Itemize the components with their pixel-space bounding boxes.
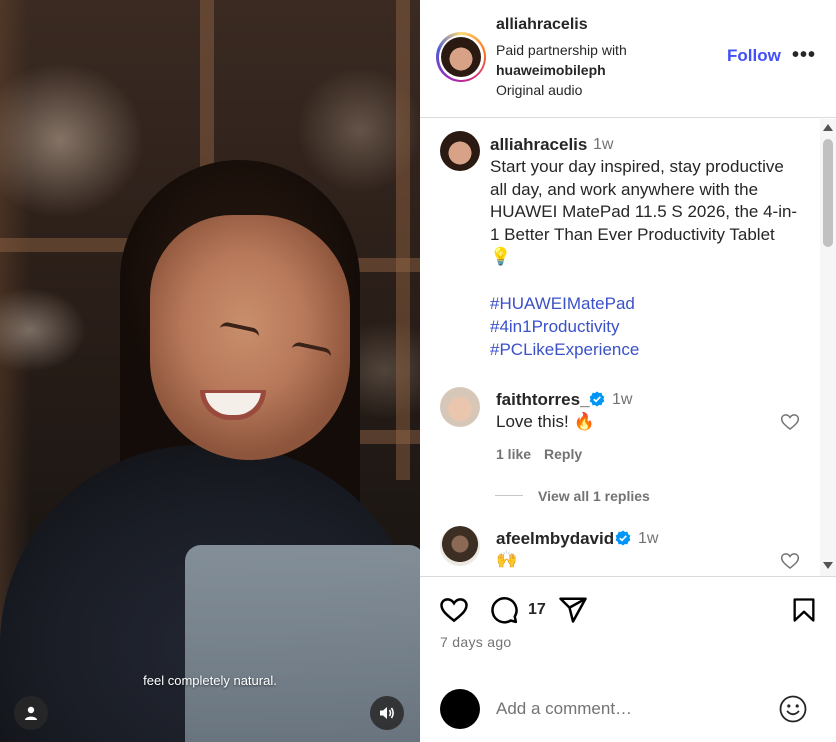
caption-line: 💡: [490, 247, 512, 266]
partnership-label: Paid partnership with: [496, 42, 627, 58]
scrollbar[interactable]: [820, 119, 836, 576]
heart-icon[interactable]: [780, 412, 800, 432]
scroll-thumb[interactable]: [823, 139, 833, 247]
comment-time: 1w: [612, 391, 633, 408]
shelf-post: [396, 0, 410, 480]
video-caption: feel completely natural.: [143, 673, 277, 688]
comment-avatar[interactable]: [440, 387, 480, 427]
caption-username[interactable]: alliahracelis: [490, 135, 587, 155]
verified-icon: [589, 391, 605, 407]
story-ring[interactable]: [436, 32, 486, 82]
audio-link[interactable]: Original audio: [496, 82, 582, 98]
comment-text: 🙌: [496, 550, 518, 569]
volume-button[interactable]: [370, 696, 404, 730]
hashtag-link[interactable]: #PCLikeExperience: [490, 338, 810, 361]
verified-icon: [615, 530, 631, 546]
post-header: alliahracelis Paid partnership with huaw…: [420, 0, 836, 118]
caption-text: Start your day inspired, stay productive…: [490, 156, 810, 361]
author-avatar: [441, 37, 481, 77]
scroll-up-arrow[interactable]: [823, 124, 833, 131]
scroll-down-arrow[interactable]: [823, 562, 833, 569]
comment-time: 1w: [638, 530, 659, 547]
comment-likes[interactable]: 1 like: [496, 446, 531, 462]
current-user-avatar: [440, 689, 480, 729]
comment-composer: [420, 672, 836, 742]
comment-count: 17: [528, 601, 546, 618]
volume-icon: [380, 707, 394, 719]
share-icon[interactable]: [558, 595, 588, 625]
follow-button[interactable]: Follow: [727, 46, 781, 66]
caption-line: HUAWEI MatePad 11.5 S 2026, the 4-in-: [490, 202, 798, 221]
caption-line: all day, and work anywhere with the: [490, 179, 759, 199]
comments-list[interactable]: alliahracelis 1w Start your day inspired…: [420, 119, 836, 577]
person-face: [150, 215, 350, 460]
like-icon[interactable]: [439, 595, 469, 625]
comment-input[interactable]: [496, 696, 766, 722]
comment-username[interactable]: afeelmbydavid: [496, 529, 614, 549]
replies-divider: [495, 495, 523, 496]
more-icon[interactable]: •••: [792, 44, 816, 67]
hashtag-link[interactable]: #4in1Productivity: [490, 315, 810, 338]
comment-avatar[interactable]: [440, 526, 480, 566]
emoji-icon[interactable]: [778, 694, 808, 724]
reply-button[interactable]: Reply: [544, 446, 582, 462]
video-player[interactable]: feel completely natural.: [0, 0, 420, 742]
hashtag-link[interactable]: #HUAWEIMatePad: [490, 292, 810, 315]
post-panel: alliahracelis Paid partnership with huaw…: [420, 0, 836, 742]
caption-line: Start your day inspired, stay productive: [490, 157, 784, 176]
caption-time: 1w: [593, 136, 614, 153]
bookmark-icon[interactable]: [790, 595, 818, 625]
author-username[interactable]: alliahracelis: [496, 16, 588, 34]
caption-avatar[interactable]: [440, 131, 480, 171]
user-icon: [25, 706, 37, 720]
comment-icon[interactable]: [489, 595, 519, 625]
comment-username[interactable]: faithtorres_: [496, 390, 590, 410]
caption-line: 1 Better Than Ever Productivity Tablet: [490, 224, 775, 244]
post-date: 7 days ago: [440, 634, 512, 650]
tagged-user-button[interactable]: [14, 696, 48, 730]
heart-icon[interactable]: [780, 551, 800, 571]
comment-text: Love this! 🔥: [496, 412, 595, 431]
partner-link[interactable]: huaweimobileph: [496, 62, 606, 78]
view-replies-button[interactable]: View all 1 replies: [538, 488, 650, 504]
